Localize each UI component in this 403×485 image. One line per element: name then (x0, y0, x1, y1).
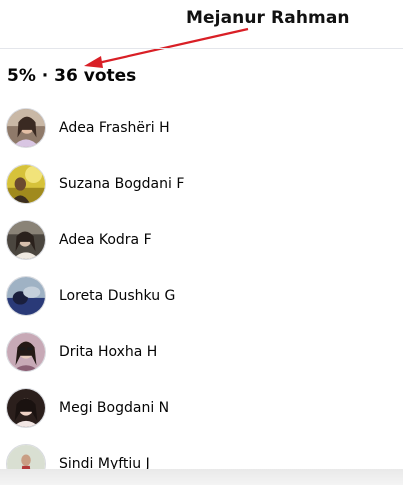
avatar[interactable] (6, 220, 46, 260)
avatar[interactable] (6, 388, 46, 428)
profile-photo-icon (7, 333, 45, 371)
voter-name[interactable]: Drita Hoxha H (59, 344, 157, 360)
voter-name[interactable]: Adea Kodra F (59, 232, 152, 248)
avatar[interactable] (6, 332, 46, 372)
poll-voters-screen: Mejanur Rahman 5% · 36 votes Adea Frashë… (0, 0, 403, 485)
voter-name[interactable]: Adea Frashëri H (59, 120, 170, 136)
voter-list: Adea Frashëri H Suzana Bogdani F Adea Ko… (0, 100, 403, 485)
profile-photo-icon (7, 277, 45, 315)
voter-row[interactable]: Suzana Bogdani F (0, 156, 403, 212)
profile-photo-icon (7, 221, 45, 259)
voter-name[interactable]: Megi Bogdani N (59, 400, 169, 416)
avatar[interactable] (6, 108, 46, 148)
header-divider (0, 48, 403, 49)
voter-name[interactable]: Suzana Bogdani F (59, 176, 184, 192)
profile-photo-icon (7, 389, 45, 427)
annotation-label: Mejanur Rahman (186, 8, 350, 28)
voter-row[interactable]: Loreta Dushku G (0, 268, 403, 324)
voter-row[interactable]: Adea Kodra F (0, 212, 403, 268)
avatar[interactable] (6, 164, 46, 204)
profile-photo-icon (7, 109, 45, 147)
profile-photo-icon (7, 165, 45, 203)
voter-row[interactable]: Adea Frashëri H (0, 100, 403, 156)
voter-row[interactable]: Megi Bogdani N (0, 380, 403, 436)
voter-row[interactable]: Drita Hoxha H (0, 324, 403, 380)
voter-name[interactable]: Loreta Dushku G (59, 288, 175, 304)
avatar[interactable] (6, 276, 46, 316)
poll-option-summary: 5% · 36 votes (7, 66, 137, 86)
bottom-edge-shadow (0, 469, 403, 485)
